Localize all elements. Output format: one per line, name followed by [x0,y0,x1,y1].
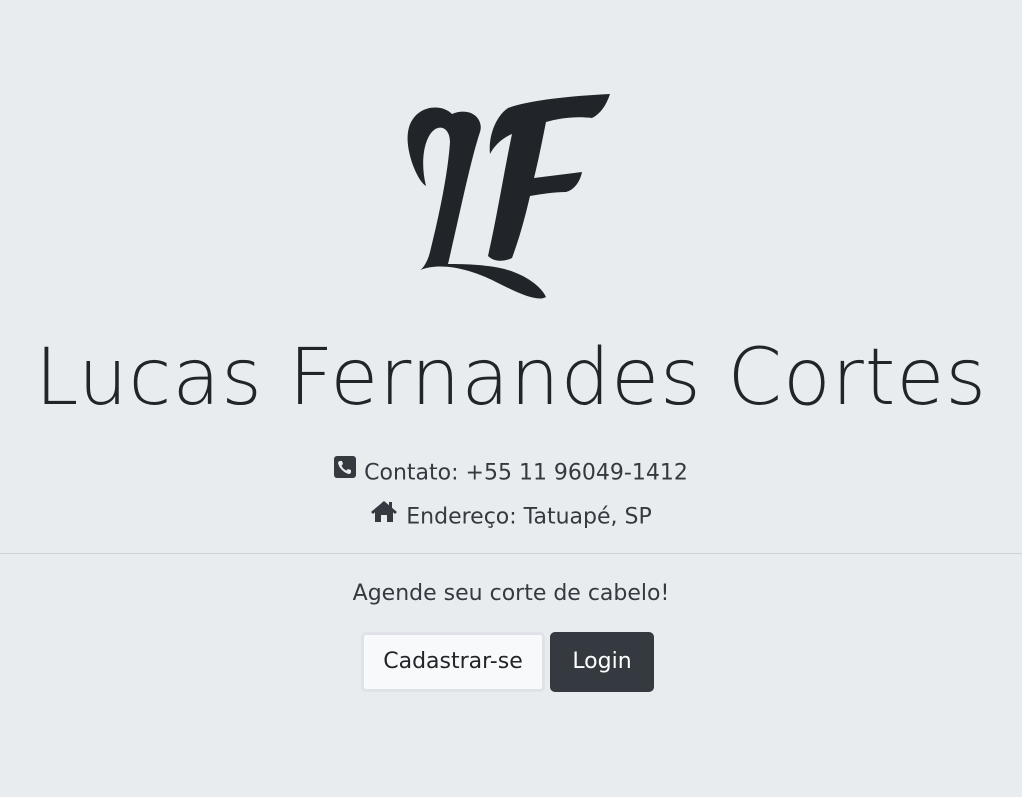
contact-line: Contato: +55 11 96049-1412 [0,456,1022,489]
address-text: Endereço: Tatuapé, SP [406,504,652,530]
divider [0,553,1022,554]
phone-square-icon [334,456,357,487]
landing-page: Lucas Fernandes Cortes Contato: +55 11 9… [0,0,1022,797]
cta-text: Agende seu corte de cabelo! [352,581,670,606]
address-line: Endereço: Tatuapé, SP [0,501,1022,534]
register-button[interactable]: Cadastrar-se [361,632,545,692]
login-button[interactable]: Login [550,632,654,692]
contact-text: Contato: +55 11 96049-1412 [364,460,688,486]
home-icon [370,499,398,532]
lf-monogram-logo [407,94,610,299]
page-title: Lucas Fernandes Cortes [35,333,987,423]
